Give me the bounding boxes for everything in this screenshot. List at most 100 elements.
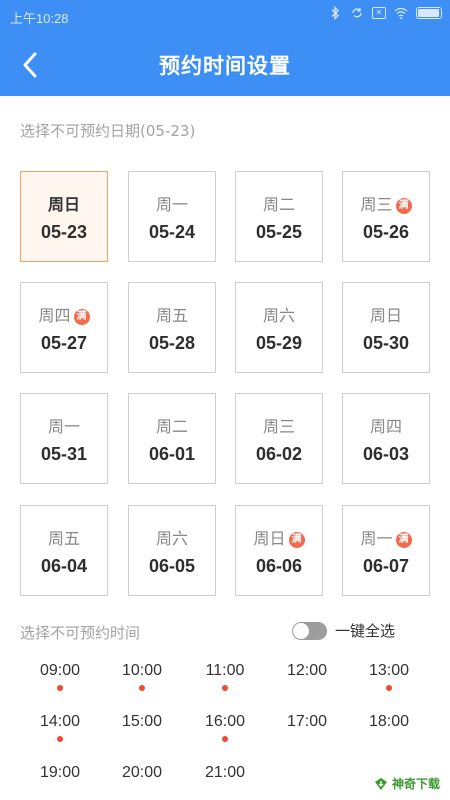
date-cell-date: 06-04 bbox=[40, 556, 88, 576]
date-cell-date: 05-24 bbox=[148, 222, 196, 242]
weekday-label: 周六 bbox=[155, 529, 188, 548]
date-cell[interactable]: 周日 05-30 bbox=[342, 282, 430, 373]
time-slot[interactable]: 21:00 bbox=[185, 764, 265, 782]
date-cell[interactable]: 周五 05-28 bbox=[128, 282, 216, 373]
booked-dot-indicator bbox=[57, 685, 63, 691]
date-cell-weekday: 周二 bbox=[236, 191, 322, 215]
time-slot-label: 16:00 bbox=[204, 713, 246, 730]
date-cell[interactable]: 周一 05-24 bbox=[128, 171, 216, 262]
date-cell-date: 06-02 bbox=[255, 444, 303, 464]
time-slot-label: 10:00 bbox=[121, 662, 163, 679]
weekday-label: 周日 bbox=[253, 529, 286, 548]
time-slot-label: 11:00 bbox=[205, 662, 245, 679]
date-cell-date: 05-30 bbox=[362, 333, 410, 353]
date-cell[interactable]: 周五 06-04 bbox=[20, 505, 108, 596]
date-cell-weekday: 周三 bbox=[236, 413, 322, 437]
time-slot-label: 17:00 bbox=[286, 713, 328, 730]
time-slot[interactable]: 16:00 bbox=[185, 713, 265, 742]
date-cell[interactable]: 周四 06-03 bbox=[342, 393, 430, 484]
booked-dot-indicator bbox=[222, 736, 228, 742]
date-cell-date: 06-03 bbox=[362, 444, 410, 464]
date-cell-weekday: 周五 bbox=[129, 302, 215, 326]
date-cell-date: 06-01 bbox=[148, 444, 196, 464]
time-slot[interactable]: 19:00 bbox=[20, 764, 100, 782]
time-slot-label: 19:00 bbox=[39, 764, 81, 781]
time-slot[interactable]: 18:00 bbox=[349, 713, 429, 731]
time-slot-label: 12:00 bbox=[286, 662, 328, 679]
date-cell-date: 06-05 bbox=[148, 556, 196, 576]
date-cell[interactable]: 周四满 05-27 bbox=[20, 282, 108, 373]
date-cell-weekday: 周日满 bbox=[236, 525, 322, 549]
date-cell-weekday: 周二 bbox=[129, 413, 215, 437]
date-cell-weekday: 周一 bbox=[21, 413, 107, 437]
time-slot-label: 14:00 bbox=[39, 713, 81, 730]
weekday-label: 周二 bbox=[155, 417, 188, 436]
full-badge: 满 bbox=[395, 532, 412, 548]
full-badge: 满 bbox=[73, 309, 90, 325]
weekday-label: 周五 bbox=[155, 306, 188, 325]
date-cell-weekday: 周三满 bbox=[343, 191, 429, 215]
weekday-label: 周四 bbox=[369, 417, 402, 436]
status-bar: 上午10:28 ✕ bbox=[0, 0, 450, 33]
date-cell-weekday: 周一满 bbox=[343, 525, 429, 549]
date-cell[interactable]: 周日 05-23 bbox=[20, 171, 108, 262]
date-cell[interactable]: 周一满 06-07 bbox=[342, 505, 430, 596]
weekday-label: 周五 bbox=[47, 529, 80, 548]
weekday-label: 周日 bbox=[47, 195, 80, 214]
date-cell[interactable]: 周六 06-05 bbox=[128, 505, 216, 596]
weekday-label: 周一 bbox=[155, 195, 188, 214]
watermark: 神奇下载 bbox=[368, 773, 444, 794]
date-cell-date: 05-28 bbox=[148, 333, 196, 353]
time-slot-label: 15:00 bbox=[121, 713, 163, 730]
booked-dot-indicator bbox=[222, 685, 228, 691]
booked-dot-indicator bbox=[139, 685, 145, 691]
time-slot[interactable]: 12:00 bbox=[267, 662, 347, 680]
time-slot[interactable]: 09:00 bbox=[20, 662, 100, 691]
time-slot[interactable]: 14:00 bbox=[20, 713, 100, 742]
date-cell-weekday: 周日 bbox=[343, 302, 429, 326]
booked-dot-indicator bbox=[57, 736, 63, 742]
date-cell-date: 06-06 bbox=[255, 556, 303, 576]
data-sync-icon bbox=[350, 6, 364, 20]
date-cell[interactable]: 周三满 05-26 bbox=[342, 171, 430, 262]
weekday-label: 周一 bbox=[360, 529, 393, 548]
weekday-label: 周日 bbox=[369, 306, 402, 325]
toggle-switch[interactable] bbox=[292, 621, 327, 640]
time-slot[interactable]: 10:00 bbox=[102, 662, 182, 691]
download-logo-icon bbox=[374, 777, 387, 790]
weekday-label: 周三 bbox=[262, 417, 295, 436]
date-cell[interactable]: 周三 06-02 bbox=[235, 393, 323, 484]
time-slot[interactable]: 17:00 bbox=[267, 713, 347, 731]
wifi-icon bbox=[394, 6, 408, 20]
sim-icon: ✕ bbox=[372, 7, 386, 19]
date-cell-weekday: 周一 bbox=[129, 191, 215, 215]
time-slot-label: 20:00 bbox=[121, 764, 163, 781]
select-all-toggle[interactable]: 一键全选 bbox=[292, 620, 395, 641]
booked-dot-indicator bbox=[386, 685, 392, 691]
time-slot-label: 18:00 bbox=[368, 713, 410, 730]
time-slot[interactable]: 13:00 bbox=[349, 662, 429, 691]
bluetooth-icon bbox=[328, 6, 342, 20]
date-cell-date: 05-26 bbox=[362, 222, 410, 242]
date-cell[interactable]: 周日满 06-06 bbox=[235, 505, 323, 596]
date-cell-date: 05-27 bbox=[40, 333, 88, 353]
date-cell[interactable]: 周二 06-01 bbox=[128, 393, 216, 484]
toggle-knob bbox=[293, 622, 309, 639]
date-cell[interactable]: 周六 05-29 bbox=[235, 282, 323, 373]
date-cell-date: 05-23 bbox=[40, 222, 88, 242]
date-cell-date: 05-31 bbox=[40, 444, 88, 464]
date-cell-weekday: 周五 bbox=[21, 525, 107, 549]
battery-icon bbox=[416, 7, 442, 19]
status-icons: ✕ bbox=[328, 6, 442, 20]
time-slot[interactable]: 20:00 bbox=[102, 764, 182, 782]
date-cell-date: 06-07 bbox=[362, 556, 410, 576]
watermark-text: 神奇下载 bbox=[391, 777, 440, 791]
date-cell[interactable]: 周一 05-31 bbox=[20, 393, 108, 484]
time-slot[interactable]: 15:00 bbox=[102, 713, 182, 731]
app-header: 预约时间设置 bbox=[0, 33, 450, 96]
weekday-label: 周四 bbox=[38, 306, 71, 325]
date-cell[interactable]: 周二 05-25 bbox=[235, 171, 323, 262]
time-slot[interactable]: 11:00 bbox=[185, 662, 265, 691]
status-time: 上午10:28 bbox=[10, 11, 69, 26]
weekday-label: 周三 bbox=[360, 195, 393, 214]
